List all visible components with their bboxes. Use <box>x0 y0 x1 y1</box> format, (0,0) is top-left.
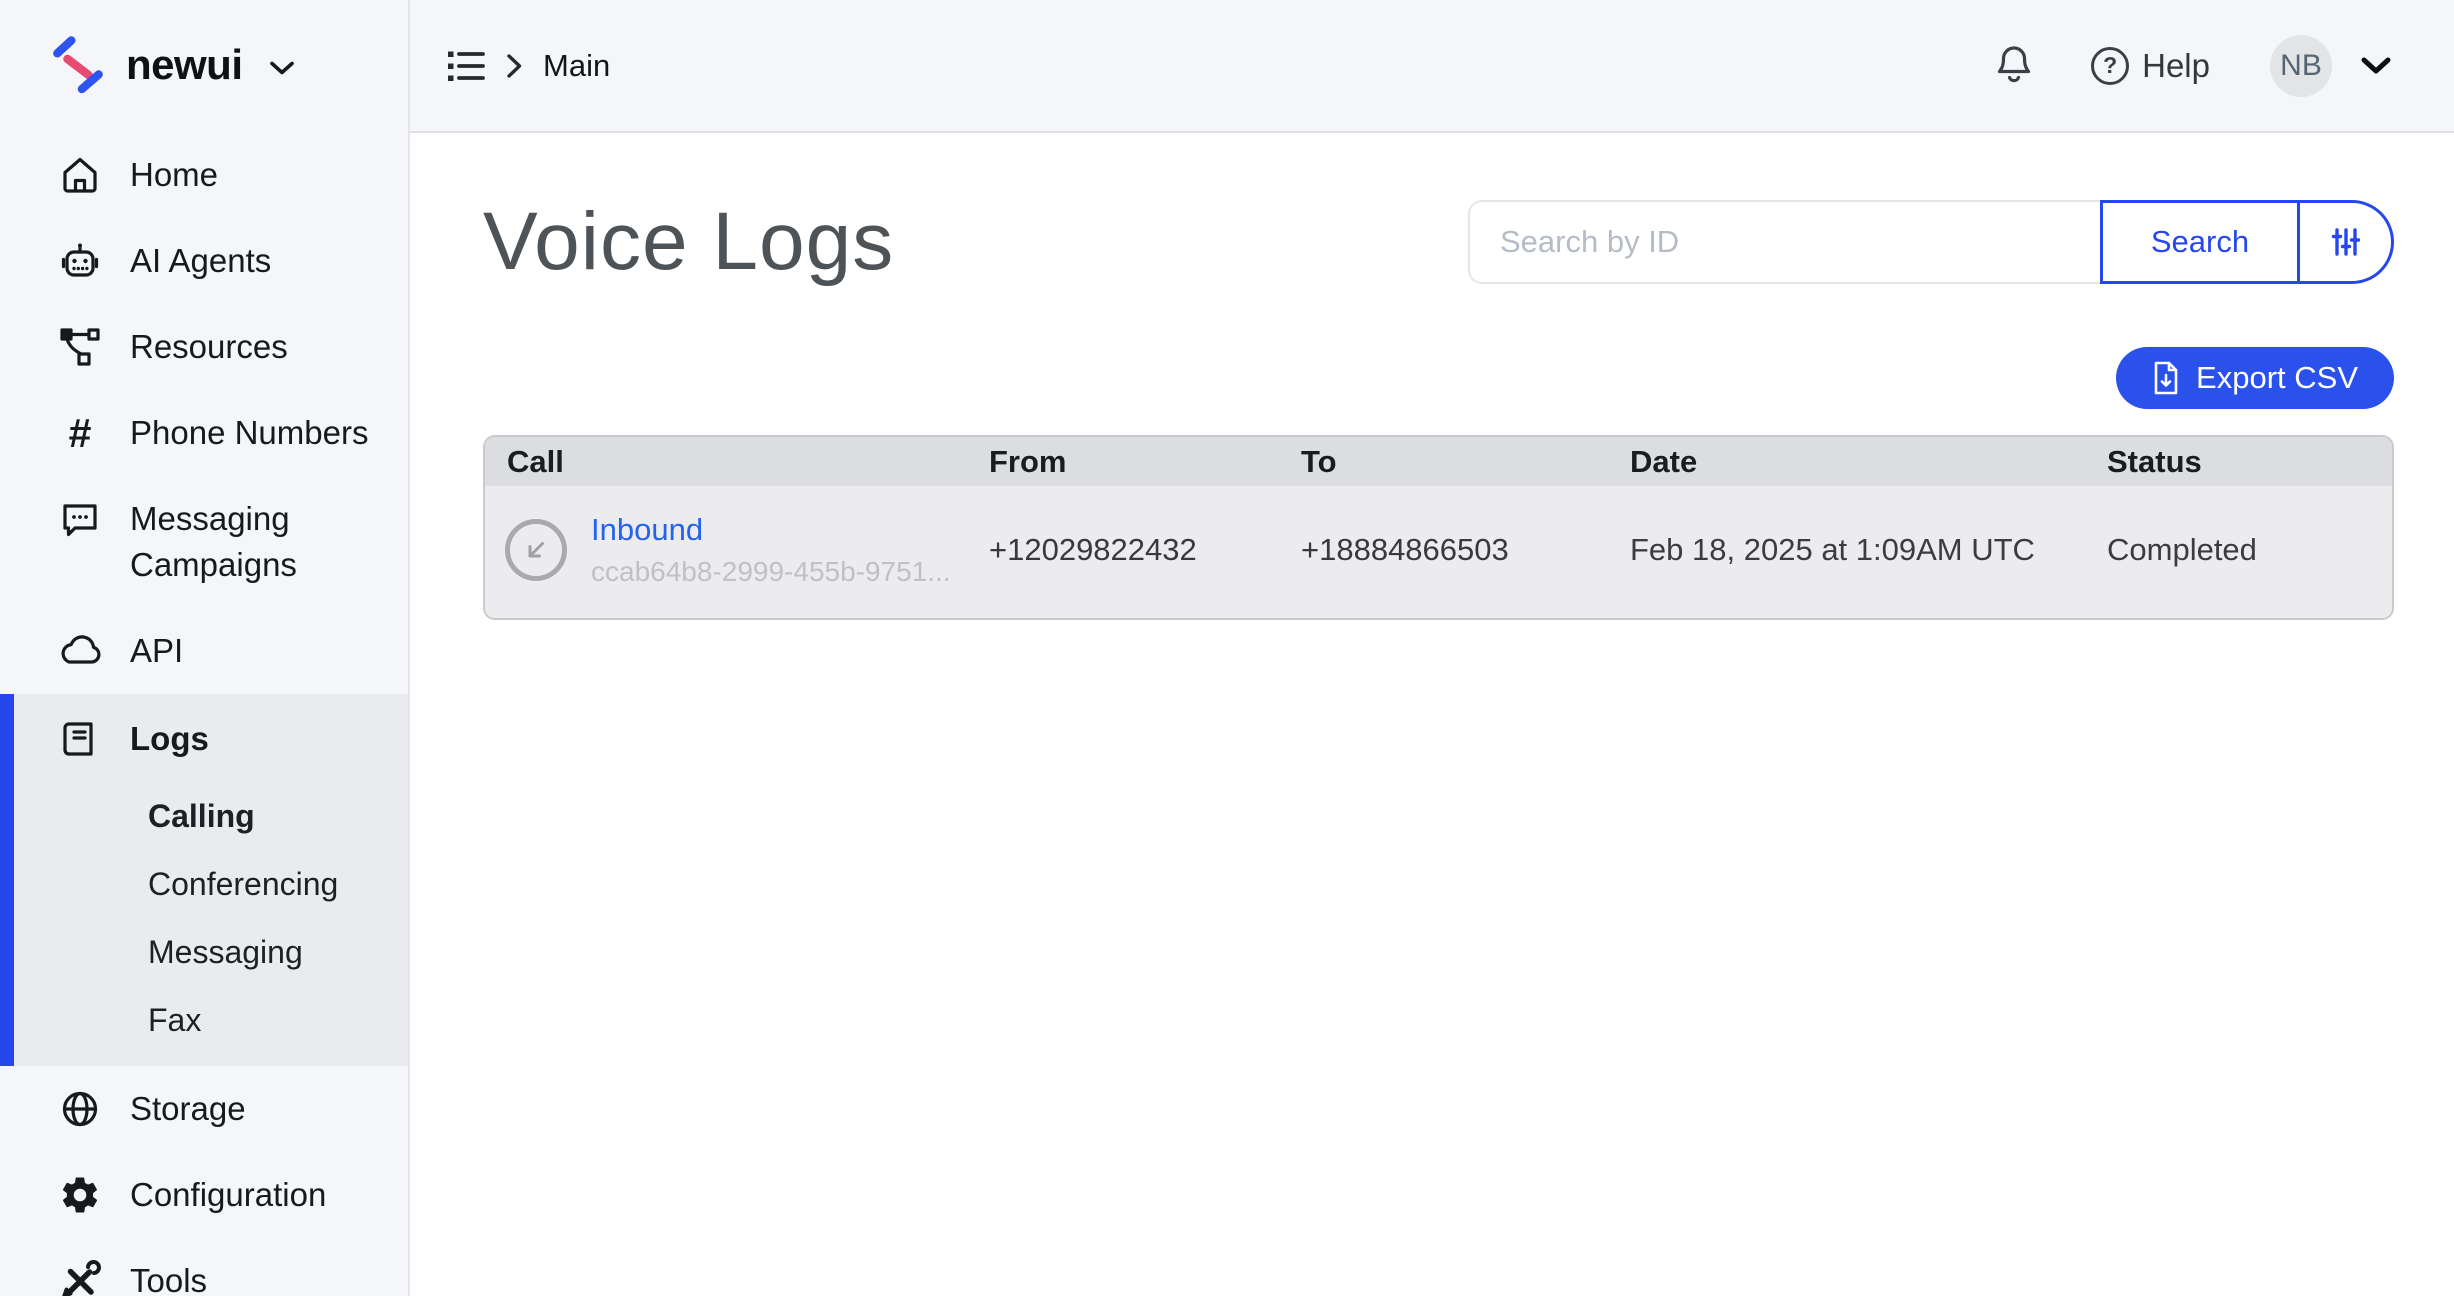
main-area: Main ? Help NB Voice Logs Search <box>410 0 2454 1296</box>
cell-from: +12029822432 <box>989 532 1301 568</box>
sidebar-item-messaging-campaigns[interactable]: Messaging Campaigns <box>0 476 408 608</box>
breadcrumb: Main <box>446 47 610 85</box>
sidebar-subitem-messaging[interactable]: Messaging <box>14 918 408 986</box>
sidebar-item-label: AI Agents <box>130 238 271 284</box>
sidebar-item-label: Logs <box>130 716 209 762</box>
table-row[interactable]: Inbound ccab64b8-2999-455b-9751... +1202… <box>485 486 2392 618</box>
sidebar-item-label: Resources <box>130 324 288 370</box>
voice-logs-table: Call From To Date Status Inbound ccab64b… <box>483 435 2394 620</box>
sidebar-item-resources[interactable]: Resources <box>0 304 408 390</box>
sidebar: newui Home AI Agents Resources # Phone N… <box>0 0 410 1296</box>
globe-icon <box>57 1086 103 1132</box>
call-texts: Inbound ccab64b8-2999-455b-9751... <box>591 512 951 588</box>
cloud-icon <box>57 628 103 674</box>
sidebar-subitem-fax[interactable]: Fax <box>14 986 408 1054</box>
column-header-status: Status <box>2107 444 2392 480</box>
help-icon: ? <box>2091 47 2129 85</box>
sidebar-item-configuration[interactable]: Configuration <box>0 1152 408 1238</box>
topbar-actions: ? Help NB <box>1991 35 2392 97</box>
sidebar-subitem-calling[interactable]: Calling <box>14 782 408 850</box>
call-id: ccab64b8-2999-455b-9751... <box>591 556 951 588</box>
sidebar-group-logs: Logs Calling Conferencing Messaging Fax <box>0 694 408 1066</box>
sidebar-item-tools[interactable]: Tools <box>0 1238 408 1296</box>
table-header: Call From To Date Status <box>485 437 2392 486</box>
workspace-switcher[interactable]: newui <box>0 0 408 122</box>
content: Voice Logs Search Export CSV Call From T… <box>410 133 2454 1296</box>
avatar[interactable]: NB <box>2270 35 2332 97</box>
sidebar-item-home[interactable]: Home <box>0 132 408 218</box>
export-csv-button[interactable]: Export CSV <box>2116 347 2394 409</box>
search-button[interactable]: Search <box>2100 200 2300 284</box>
search-group: Search <box>1468 200 2394 284</box>
call-cell: Inbound ccab64b8-2999-455b-9751... <box>485 512 989 588</box>
column-header-from: From <box>989 444 1301 480</box>
help-button[interactable]: ? Help <box>2091 47 2210 85</box>
sidebar-item-label: API <box>130 628 183 674</box>
file-download-icon <box>2152 361 2180 395</box>
notifications-button[interactable] <box>1991 42 2037 90</box>
breadcrumb-current[interactable]: Main <box>543 48 610 84</box>
sidebar-item-label: Home <box>130 152 218 198</box>
sidebar-item-phone-numbers[interactable]: # Phone Numbers <box>0 390 408 476</box>
column-header-call: Call <box>485 444 989 480</box>
export-row: Export CSV <box>483 347 2394 409</box>
call-direction-link[interactable]: Inbound <box>591 512 951 548</box>
hash-icon: # <box>57 410 103 456</box>
inbound-arrow-icon <box>505 519 567 581</box>
sidebar-item-ai-agents[interactable]: AI Agents <box>0 218 408 304</box>
logbook-icon <box>57 716 103 762</box>
list-icon[interactable] <box>446 47 486 85</box>
sidebar-item-logs[interactable]: Logs <box>14 696 408 782</box>
sidebar-item-label: Phone Numbers <box>130 410 368 456</box>
column-header-to: To <box>1301 444 1630 480</box>
sidebar-item-storage[interactable]: Storage <box>0 1066 408 1152</box>
filter-button[interactable] <box>2297 200 2394 284</box>
robot-icon <box>57 238 103 284</box>
sidebar-item-label: Messaging Campaigns <box>130 496 345 588</box>
gear-icon <box>57 1172 103 1218</box>
page-title: Voice Logs <box>483 195 894 289</box>
cell-status: Completed <box>2107 532 2392 568</box>
brand-logo-icon <box>52 36 104 94</box>
topbar: Main ? Help NB <box>410 0 2454 133</box>
account-menu-button[interactable] <box>2360 56 2392 76</box>
title-row: Voice Logs Search <box>483 195 2394 289</box>
sidebar-nav: Home AI Agents Resources # Phone Numbers… <box>0 132 408 1296</box>
tools-icon <box>57 1258 103 1296</box>
help-label: Help <box>2142 47 2210 85</box>
chevron-down-icon <box>269 60 295 76</box>
chevron-down-icon <box>2360 56 2392 76</box>
resources-icon <box>57 324 103 370</box>
bell-icon <box>1991 42 2037 90</box>
chat-bubble-icon <box>57 496 103 542</box>
sidebar-item-label: Storage <box>130 1086 246 1132</box>
brand-name: newui <box>126 41 243 89</box>
cell-to: +18884866503 <box>1301 532 1630 568</box>
home-icon <box>57 152 103 198</box>
sidebar-subitem-conferencing[interactable]: Conferencing <box>14 850 408 918</box>
sidebar-item-api[interactable]: API <box>0 608 408 694</box>
chevron-right-icon <box>506 52 523 80</box>
search-input[interactable] <box>1468 200 2100 284</box>
sidebar-item-label: Configuration <box>130 1172 326 1218</box>
filter-sliders-icon <box>2328 224 2364 260</box>
cell-date: Feb 18, 2025 at 1:09AM UTC <box>1630 532 2107 568</box>
sidebar-item-label: Tools <box>130 1258 207 1296</box>
column-header-date: Date <box>1630 444 2107 480</box>
